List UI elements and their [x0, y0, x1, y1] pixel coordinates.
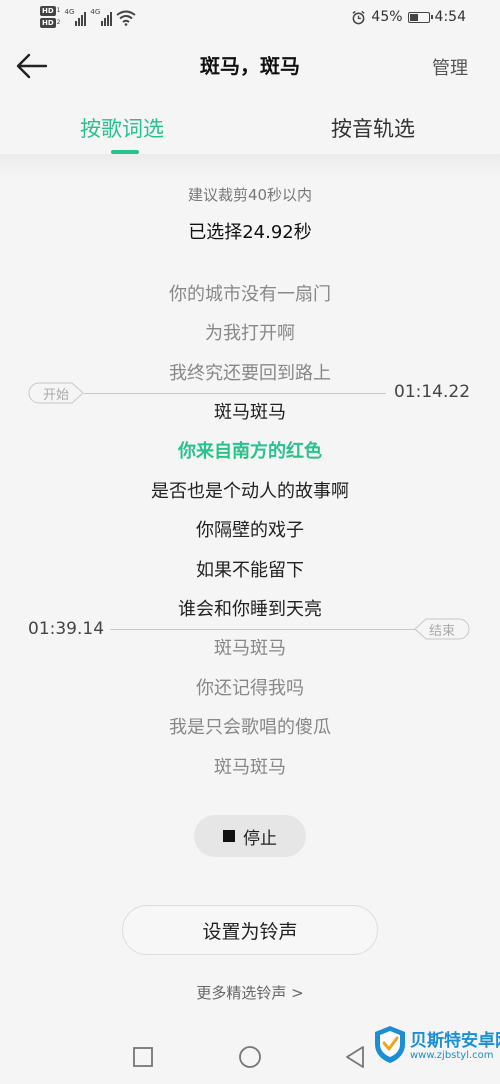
battery-icon	[407, 11, 433, 23]
network-type-label: 4G	[64, 8, 75, 16]
recent-apps-icon[interactable]	[130, 1044, 156, 1070]
start-time: 01:14.22	[394, 382, 471, 402]
wifi-icon	[116, 10, 136, 26]
end-time: 01:39.14	[28, 619, 105, 639]
status-right: 45% 4:54	[351, 9, 466, 25]
watermark-logo-icon	[375, 1026, 405, 1063]
hd-badge: HD	[40, 6, 56, 16]
battery-percent: 45%	[371, 9, 403, 25]
lyric-line[interactable]: 你隔壁的戏子	[0, 518, 500, 544]
network-type-label: 4G	[90, 8, 101, 16]
start-handle-label: 开始	[42, 388, 69, 403]
signal-icon: 4G	[65, 6, 87, 26]
status-left: HD 1 HD 2 4G 4G	[40, 6, 136, 28]
alarm-icon	[352, 10, 365, 24]
status-bar: HD 1 HD 2 4G 4G 45% 4:54	[0, 0, 500, 38]
end-handle[interactable]: 结束	[414, 618, 470, 640]
lyric-line[interactable]: 你还记得我吗	[0, 676, 500, 702]
selected-duration: 已选择24.92秒	[188, 222, 312, 243]
stop-label: 停止	[243, 828, 277, 849]
tab-by-track[interactable]: 按音轨选	[331, 113, 415, 143]
lyric-line[interactable]: 是否也是个动人的故事啊	[0, 479, 500, 505]
end-marker-line[interactable]	[110, 629, 416, 630]
hd-badge: HD	[40, 18, 56, 28]
lyric-line[interactable]: 斑马斑马	[0, 755, 500, 781]
tab-by-lyrics[interactable]: 按歌词选	[80, 113, 164, 143]
tabs-divider	[0, 154, 500, 176]
stop-button[interactable]: 停止	[194, 815, 306, 857]
stop-icon	[223, 830, 235, 842]
watermark: 贝斯特安卓网 www.zjbstyl.com	[372, 1018, 500, 1080]
lyric-line[interactable]: 为我打开啊	[0, 321, 500, 347]
lyric-line[interactable]: 我是只会歌唱的傻瓜	[0, 715, 500, 741]
start-marker-line[interactable]	[84, 393, 386, 394]
lyric-line[interactable]: 你的城市没有一扇门	[0, 282, 500, 308]
back-nav-icon[interactable]	[343, 1044, 369, 1070]
trim-hint: 建议裁剪40秒以内	[187, 186, 313, 204]
signal-icon: 4G	[90, 6, 113, 26]
page-title: 斑马，斑马	[200, 54, 300, 78]
more-ringtones-link[interactable]: 更多精选铃声 >	[0, 982, 500, 1003]
start-handle[interactable]: 开始	[28, 382, 84, 404]
set-ringtone-button[interactable]: 设置为铃声	[122, 905, 378, 955]
manage-button[interactable]: 管理	[432, 54, 468, 80]
watermark-url: www.zjbstyl.com	[410, 1050, 494, 1061]
home-icon[interactable]	[237, 1044, 263, 1070]
clock: 4:54	[434, 9, 466, 25]
lyric-line[interactable]: 如果不能留下	[0, 558, 500, 584]
lyric-line-current[interactable]: 你来自南方的红色	[0, 439, 500, 465]
end-handle-label: 结束	[428, 624, 455, 639]
watermark-title: 贝斯特安卓网	[410, 1031, 500, 1051]
